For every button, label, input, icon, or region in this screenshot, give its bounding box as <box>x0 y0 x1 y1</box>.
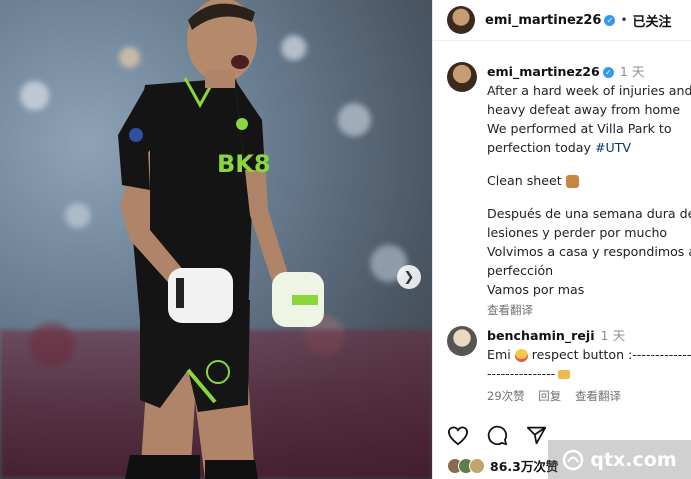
share-icon[interactable] <box>526 425 547 446</box>
goalkeeper-figure: BK8 <box>118 0 324 479</box>
comment-icon[interactable] <box>487 425 508 446</box>
caption-line: perfección <box>487 263 554 278</box>
star-eyes-icon <box>514 349 528 362</box>
caption-line: After a hard week of injuries and <box>487 83 691 98</box>
caption-line: heavy defeat away from home <box>487 102 681 117</box>
heart-icon[interactable] <box>447 425 469 446</box>
caption-line: lesiones y perder por mucho <box>487 225 668 240</box>
watermark: qtx.com <box>548 440 691 479</box>
caption: emi_martinez26 ✓ 1 天 After a hard week of … <box>447 62 691 320</box>
verified-icon: ✓ <box>602 67 614 78</box>
reply-button[interactable]: 回复 <box>538 389 561 403</box>
likes-row[interactable]: 86.3万次赞 <box>447 456 558 475</box>
caption-line: We performed at Villa Park to <box>487 121 672 136</box>
comment-text: Emi <box>487 347 511 362</box>
verified-icon: ✓ <box>604 14 616 26</box>
next-arrow-icon[interactable]: ❯ <box>397 265 421 289</box>
post-photo[interactable]: BK8 ❯ <box>0 0 432 479</box>
comment-text: --------------- <box>487 366 556 381</box>
separator-dot: • <box>620 13 628 27</box>
caption-line: Clean sheet <box>487 173 562 188</box>
comment-text: respect button :--------------- <box>531 347 691 362</box>
post-side-panel: emi_martinez26 ✓ • 已关注 emi_martinez26 ✓ 1 … <box>432 0 691 479</box>
avatar[interactable] <box>447 326 477 356</box>
caption-line: Volvimos a casa y respondimos a <box>487 244 691 259</box>
caption-line: Después de una semana dura de <box>487 206 691 221</box>
caption-time: 1 天 <box>619 64 645 79</box>
comment-username[interactable]: benchamin_reji <box>487 328 595 343</box>
header-username[interactable]: emi_martinez26 <box>485 13 601 28</box>
see-translation-link[interactable]: 查看翻译 <box>487 301 691 320</box>
post-header: emi_martinez26 ✓ • 已关注 <box>433 0 691 41</box>
comment-time: 1 天 <box>600 328 626 343</box>
comment-likes[interactable]: 29次赞 <box>487 389 525 403</box>
see-translation-link[interactable]: 查看翻译 <box>575 389 621 403</box>
avatar[interactable] <box>447 62 477 92</box>
comment: benchamin_reji 1 天 Emi respect button :---… <box>447 326 691 406</box>
watermark-logo-icon <box>563 449 584 470</box>
avatar <box>469 457 485 474</box>
caption-username[interactable]: emi_martinez26 <box>487 64 600 79</box>
caption-line: Vamos por mas <box>487 282 585 297</box>
caption-line: perfection today <box>487 140 595 155</box>
sponsor-text: BK8 <box>217 150 271 178</box>
hashtag-link[interactable]: #UTV <box>595 140 631 155</box>
action-bar <box>447 425 547 446</box>
watermark-text: qtx.com <box>590 448 677 471</box>
clap-icon <box>565 175 579 188</box>
following-button[interactable]: 已关注 <box>633 11 672 30</box>
pointing-hand-icon <box>558 370 571 379</box>
avatar[interactable] <box>447 6 475 34</box>
